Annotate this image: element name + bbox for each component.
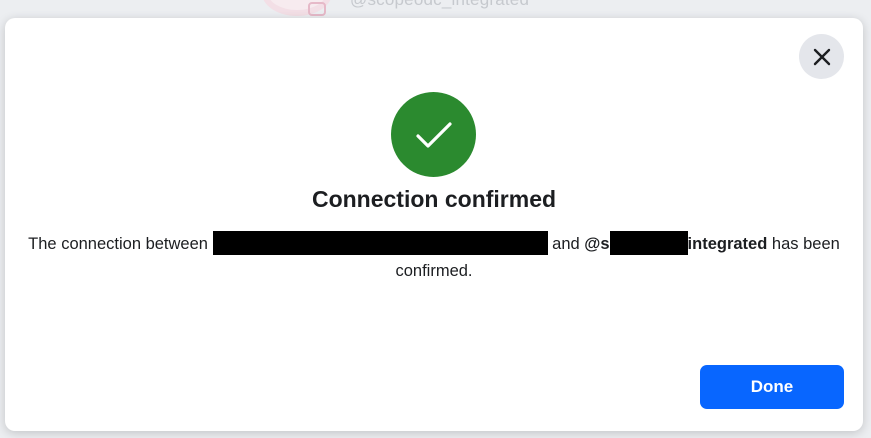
close-button[interactable]: [799, 34, 844, 79]
handle-end: integrated: [687, 235, 768, 253]
message-prefix: The connection between: [28, 235, 208, 253]
close-icon: [813, 48, 830, 65]
connection-confirmed-dialog: Connection confirmed The connection betw…: [5, 18, 863, 431]
done-button[interactable]: Done: [700, 365, 844, 409]
handle-start: @s: [584, 235, 610, 253]
background-handle: @scopeodc_integrated: [350, 0, 529, 10]
checkmark-icon: [415, 121, 452, 148]
confirmation-message: The connection between and @s integrated …: [5, 231, 863, 285]
redacted-account-name: [212, 231, 548, 255]
instagram-icon: [308, 2, 326, 16]
success-badge: [391, 92, 476, 177]
redacted-handle: [609, 231, 688, 255]
dialog-title: Connection confirmed: [311, 186, 557, 212]
message-connector: and: [552, 235, 580, 253]
